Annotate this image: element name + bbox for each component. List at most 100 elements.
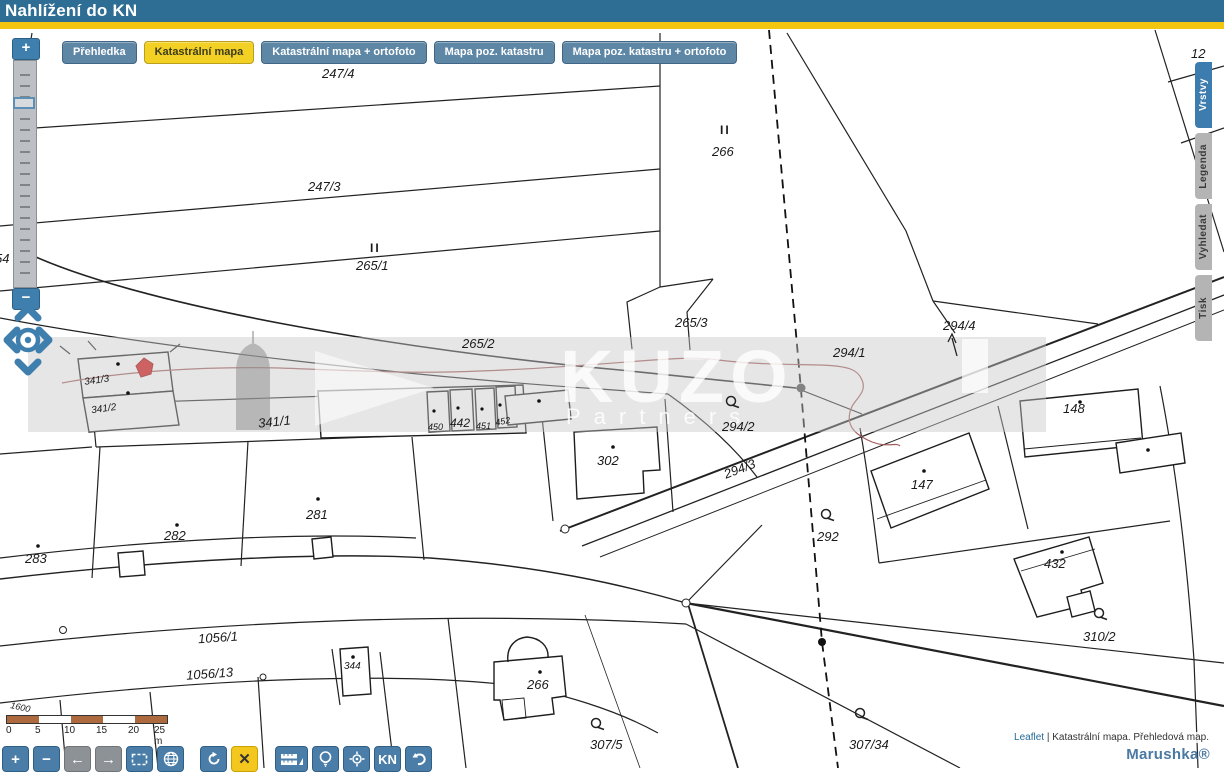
pan-up-button[interactable] [18,308,38,318]
tab-tisk[interactable]: Tisk [1195,275,1212,341]
parcel-label-442: 442 [450,416,470,430]
parcel-label-344: 344 [344,661,361,672]
parcel-label-247-3: 247/3 [307,179,341,194]
scale-label: 20 [128,725,139,736]
parcel-label-281: 281 [305,507,328,522]
parcel-label-1056-1: 1056/1 [198,628,239,646]
overview-globe-button[interactable] [157,746,184,772]
parcel-label-292: 292 [816,529,839,544]
pan-left-button[interactable] [7,330,17,350]
scale-bar: 0 5 10 15 20 25 m [6,715,176,736]
tab-legenda[interactable]: Legenda [1195,133,1212,199]
parcel-label-266: 266 [711,144,734,159]
zoom-in-button[interactable]: + [12,38,40,60]
refresh-button[interactable] [200,746,227,772]
kn-button-label: KN [378,752,397,767]
parcel-label-307-34: 307/34 [849,737,889,752]
parcel-label-148: 148 [1063,401,1085,416]
measure-ruler-icon [280,752,304,767]
app-window: { "header": { "title": "Nahlížení do KN"… [0,0,1224,768]
attribution-text: Katastrální mapa. Přehledová map. [1052,732,1209,743]
history-back-button[interactable]: ← [64,746,91,772]
marushka-logo: Marushka® [1126,746,1210,763]
parcel-label-283: 283 [24,551,47,566]
measure-button[interactable] [275,746,308,772]
parcel-label-265-2: 265/2 [461,336,495,351]
zoom-slider-control: + − [12,38,38,310]
bottom-toolbar: + − ← → ✕ [2,746,432,772]
cancel-button[interactable]: ✕ [231,746,258,772]
parcel-label-450: 450 [428,422,443,432]
map-attribution: Leaflet | Katastrální mapa. Přehledová m… [1011,732,1212,743]
locate-button[interactable] [343,746,370,772]
previous-view-button[interactable] [405,746,432,772]
layer-button-mpk-ortofoto[interactable]: Mapa poz. katastru + ortofoto [562,41,738,64]
parcel-label-147: 147 [911,477,933,492]
zoom-slider-track[interactable] [13,60,37,288]
scale-bar-segments [6,715,168,724]
parcel-label-432: 432 [1044,556,1066,571]
leaflet-link[interactable]: Leaflet [1014,732,1044,743]
tab-vrstvy-label: Vrstvy [1198,78,1209,111]
kn-info-button[interactable]: KN [374,746,401,772]
layer-button-mapa-poz-katastru[interactable]: Mapa poz. katastru [434,41,555,64]
info-balloon-icon [318,751,333,767]
target-crosshair-icon [349,751,365,767]
landuse-symbol: II [370,241,381,255]
zoom-rectangle-button[interactable] [126,746,153,772]
undo-arrow-icon [411,752,427,766]
globe-icon [163,751,179,767]
scale-bar-labels: 0 5 10 15 20 25 m [6,724,176,736]
tab-legenda-label: Legenda [1198,144,1209,189]
survey-node [260,674,266,680]
toolbar-zoom-out-button[interactable]: − [33,746,60,772]
tab-vrstvy[interactable]: Vrstvy [1195,62,1212,128]
parcel-label-451: 451 [476,421,491,431]
scale-label: 5 [35,725,41,736]
layer-button-prehledka[interactable]: Přehledka [62,41,137,64]
parcel-label-310-2: 310/2 [1083,629,1116,644]
scale-label: 0 [6,725,12,736]
parcel-label-307-5: 307/5 [590,737,623,752]
pan-down-button[interactable] [18,362,38,372]
survey-node [682,599,690,607]
parcel-label-294-4: 294/4 [942,318,976,333]
scale-label: 25 m [154,725,176,747]
survey-node [561,525,569,533]
survey-node [60,627,67,634]
parcel-label-247-4: 247/4 [321,66,355,81]
parcel-label-302: 302 [597,453,619,468]
parcel-label-12: 12 [1191,46,1206,61]
toolbar-zoom-in-button[interactable]: + [2,746,29,772]
boundary-node-dot [818,638,826,646]
side-panel-tabs: Vrstvy Legenda Vyhledat Tisk [1195,62,1212,341]
parcel-label-265-3: 265/3 [674,315,708,330]
parcel-label-266b: 266 [526,677,549,692]
history-forward-button[interactable]: → [95,746,122,772]
rectangle-select-icon [131,753,148,766]
scale-label: 15 [96,725,107,736]
layer-switcher: Přehledka Katastrální mapa Katastrální m… [62,41,737,64]
watermark: KUZO Partners [28,331,1046,432]
tab-tisk-label: Tisk [1198,297,1209,319]
map-canvas[interactable]: KUZO Partners 247/4 247/3 II 265/1 II 26… [0,0,1224,768]
parcel-label-294-2: 294/2 [721,419,755,434]
parcel-label-282: 282 [163,528,186,543]
info-balloon-button[interactable] [312,746,339,772]
parcel-label-54: 54 [0,251,9,266]
pan-control [1,302,55,378]
layer-button-katastralni-mapa[interactable]: Katastrální mapa [144,41,255,64]
refresh-icon [206,751,222,767]
accent-stripe [0,22,1224,29]
pan-center-dot [25,337,31,343]
tab-vyhledat-label: Vyhledat [1198,214,1209,259]
tab-vyhledat[interactable]: Vyhledat [1195,204,1212,270]
layer-button-km-ortofoto[interactable]: Katastrální mapa + ortofoto [261,41,426,64]
app-title: Nahlížení do KN [0,0,1224,22]
title-bar: Nahlížení do KN [0,0,1224,22]
zoom-slider-handle[interactable] [13,97,35,109]
landuse-symbol: II [720,123,731,137]
parcel-label-294-1: 294/1 [832,345,866,360]
pan-right-button[interactable] [39,330,49,350]
parcel-label-265-1: 265/1 [355,258,389,273]
